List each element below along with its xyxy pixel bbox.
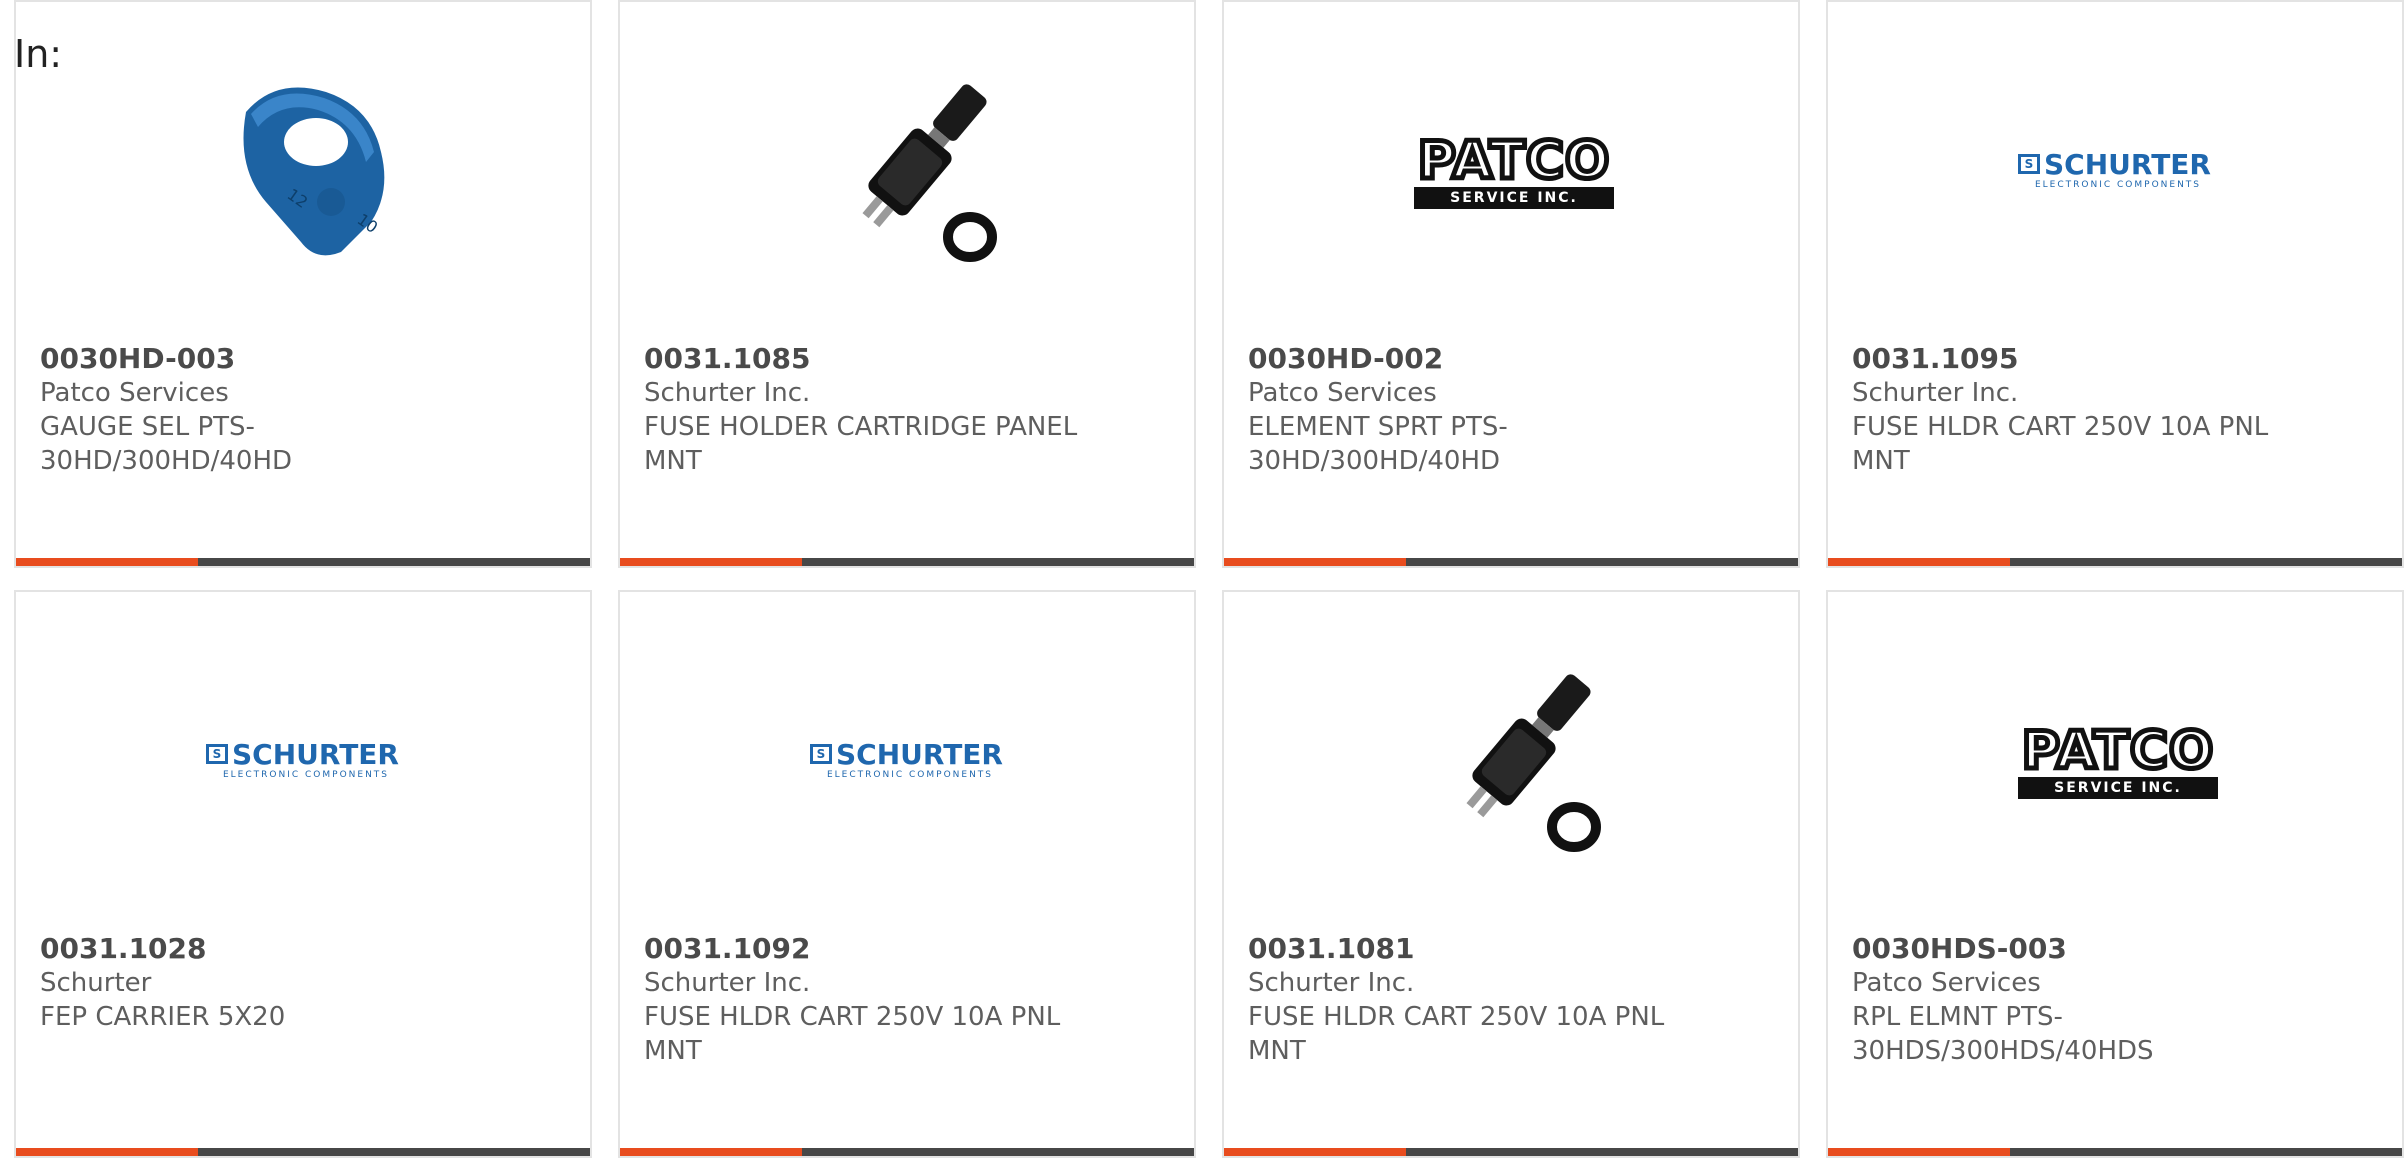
product-text: 0030HDS-003 Patco Services RPL ELMNT PTS… [1852, 932, 2312, 1068]
product-image[interactable]: S SCHURTER ELECTRONIC COMPONENTS [2018, 72, 2218, 272]
product-description: RPL ELMNT PTS-30HDS/300HDS/40HDS [1852, 1002, 2154, 1066]
search-prefix-label: In: [14, 32, 63, 76]
product-grid: 12 10 0030HD-003 Patco Services GAUGE SE… [14, 0, 2408, 1158]
product-card[interactable]: 0031.1085 Schurter Inc. FUSE HOLDER CART… [618, 0, 1196, 568]
card-accent-bar [1828, 1148, 2010, 1156]
schurter-logo: S SCHURTER ELECTRONIC COMPONENTS [810, 738, 1010, 782]
card-bottom-bar [1828, 1148, 2402, 1156]
card-accent-bar [1828, 558, 2010, 566]
part-number-link[interactable]: 0031.1028 [40, 932, 500, 966]
product-card[interactable]: PATCO SERVICE INC. 0030HDS-003 Patco Ser… [1826, 590, 2404, 1158]
manufacturer-name: Schurter Inc. [644, 968, 811, 998]
product-image[interactable]: PATCO SERVICE INC. [1414, 72, 1614, 272]
product-description: FUSE HLDR CART 250V 10A PNL MNT [1852, 412, 2269, 476]
card-accent-bar [620, 558, 802, 566]
product-card[interactable]: PATCO SERVICE INC. 0030HD-002 Patco Serv… [1222, 0, 1800, 568]
manufacturer-name: Schurter Inc. [1248, 968, 1415, 998]
product-image[interactable]: PATCO SERVICE INC. [2018, 662, 2218, 862]
card-bottom-bar [620, 1148, 1194, 1156]
card-accent-bar [1224, 558, 1406, 566]
product-text: 0030HD-003 Patco Services GAUGE SEL PTS-… [40, 342, 500, 478]
product-image[interactable]: 12 10 [206, 72, 406, 272]
schurter-logo: S SCHURTER ELECTRONIC COMPONENTS [206, 738, 406, 782]
product-card[interactable]: S SCHURTER ELECTRONIC COMPONENTS 0031.10… [14, 590, 592, 1158]
patco-logo: PATCO SERVICE INC. [2018, 723, 2218, 799]
gauge-selector-image: 12 10 [243, 87, 385, 256]
schurter-logo: S SCHURTER ELECTRONIC COMPONENTS [2018, 148, 2218, 192]
product-description: FEP CARRIER 5X20 [40, 1002, 286, 1032]
fuse-holder-image [1466, 674, 1601, 852]
product-description: ELEMENT SPRT PTS-30HD/300HD/40HD [1248, 412, 1508, 476]
product-text: 0031.1081 Schurter Inc. FUSE HLDR CART 2… [1248, 932, 1708, 1068]
part-number-link[interactable]: 0031.1092 [644, 932, 1104, 966]
part-number-link[interactable]: 0031.1081 [1248, 932, 1708, 966]
part-number-link[interactable]: 0030HDS-003 [1852, 932, 2312, 966]
part-number-link[interactable]: 0030HD-002 [1248, 342, 1708, 376]
product-card[interactable]: S SCHURTER ELECTRONIC COMPONENTS 0031.10… [1826, 0, 2404, 568]
part-number-link[interactable]: 0031.1095 [1852, 342, 2312, 376]
product-card[interactable]: S SCHURTER ELECTRONIC COMPONENTS 0031.10… [618, 590, 1196, 1158]
card-accent-bar [16, 558, 198, 566]
card-bottom-bar [1224, 558, 1798, 566]
product-text: 0031.1095 Schurter Inc. FUSE HLDR CART 2… [1852, 342, 2312, 478]
manufacturer-name: Schurter [40, 968, 152, 998]
card-accent-bar [1224, 1148, 1406, 1156]
manufacturer-name: Schurter Inc. [1852, 378, 2019, 408]
manufacturer-name: Schurter Inc. [644, 378, 811, 408]
card-bottom-bar [1828, 558, 2402, 566]
card-bottom-bar [1224, 1148, 1798, 1156]
manufacturer-name: Patco Services [1852, 968, 2041, 998]
product-description: FUSE HLDR CART 250V 10A PNL MNT [644, 1002, 1061, 1066]
card-bottom-bar [16, 1148, 590, 1156]
product-image[interactable] [810, 72, 1010, 272]
part-number-link[interactable]: 0031.1085 [644, 342, 1104, 376]
product-image[interactable] [1414, 662, 1614, 862]
product-description: FUSE HLDR CART 250V 10A PNL MNT [1248, 1002, 1665, 1066]
product-description: FUSE HOLDER CARTRIDGE PANEL MNT [644, 412, 1078, 476]
part-number-link[interactable]: 0030HD-003 [40, 342, 500, 376]
product-text: 0031.1092 Schurter Inc. FUSE HLDR CART 2… [644, 932, 1104, 1068]
patco-logo: PATCO SERVICE INC. [1414, 133, 1614, 209]
product-description: GAUGE SEL PTS-30HD/300HD/40HD [40, 412, 293, 476]
product-image[interactable]: S SCHURTER ELECTRONIC COMPONENTS [810, 662, 1010, 862]
product-text: 0031.1028 Schurter FEP CARRIER 5X20 [40, 932, 500, 1034]
card-bottom-bar [16, 558, 590, 566]
product-card[interactable]: 0031.1081 Schurter Inc. FUSE HLDR CART 2… [1222, 590, 1800, 1158]
card-bottom-bar [620, 558, 1194, 566]
product-image[interactable]: S SCHURTER ELECTRONIC COMPONENTS [206, 662, 406, 862]
fuse-holder-image [862, 84, 997, 262]
manufacturer-name: Patco Services [1248, 378, 1437, 408]
card-accent-bar [620, 1148, 802, 1156]
card-accent-bar [16, 1148, 198, 1156]
product-text: 0030HD-002 Patco Services ELEMENT SPRT P… [1248, 342, 1708, 478]
manufacturer-name: Patco Services [40, 378, 229, 408]
product-card[interactable]: 12 10 0030HD-003 Patco Services GAUGE SE… [14, 0, 592, 568]
product-text: 0031.1085 Schurter Inc. FUSE HOLDER CART… [644, 342, 1104, 478]
